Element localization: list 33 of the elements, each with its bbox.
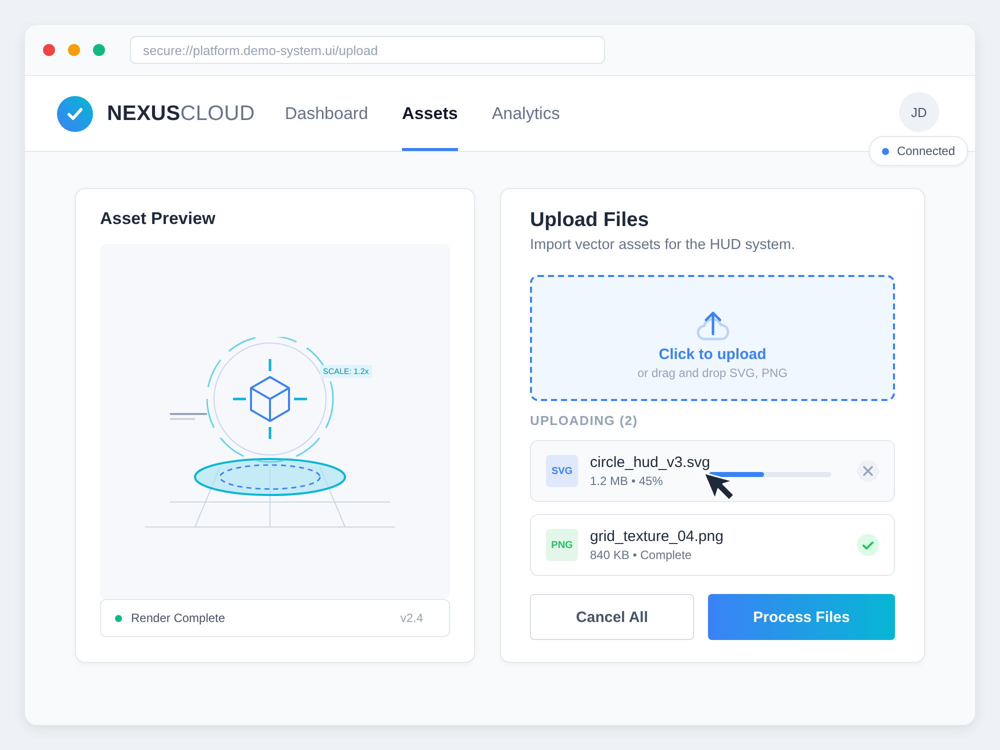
address-bar[interactable]: secure://platform.demo-system.ui/upload xyxy=(130,36,605,64)
file-type-badge: SVG xyxy=(546,455,578,487)
status-dot xyxy=(115,614,122,622)
nav-tab[interactable]: Dashboard xyxy=(284,76,368,151)
nav-tab[interactable]: Analytics xyxy=(492,76,560,151)
version-label: v2.4 xyxy=(400,611,423,625)
connection-status: Connected xyxy=(868,136,968,166)
card-title: Asset Preview xyxy=(100,209,216,229)
process-files-button[interactable]: Process Files xyxy=(708,594,895,640)
card-title: Upload Files xyxy=(530,209,650,232)
nav-tab[interactable]: Assets xyxy=(402,76,458,151)
upload-link[interactable]: Click to upload xyxy=(658,346,766,362)
user-avatar[interactable]: JD xyxy=(899,92,939,132)
cancel-all-button[interactable]: Cancel All xyxy=(530,594,694,640)
section-heading: UPLOADING (2) xyxy=(530,413,639,428)
scale-label: SCALE: 1.2x xyxy=(320,364,372,378)
close-icon xyxy=(862,465,874,477)
file-name: grid_texture_04.png xyxy=(590,528,724,545)
file-type-badge: PNG xyxy=(546,529,578,561)
file-name: circle_hud_v3.svg xyxy=(590,454,710,471)
file-meta: 1.2 MB • 45% xyxy=(590,474,664,488)
check-icon xyxy=(857,534,879,556)
maximize-dot[interactable] xyxy=(93,44,105,56)
card-subtitle: Import vector assets for the HUD system. xyxy=(530,237,796,253)
upload-hint: or drag and drop SVG, PNG xyxy=(637,366,788,380)
file-meta: 840 KB • Complete xyxy=(590,548,693,562)
brand-name: NEXUSCLOUD xyxy=(107,102,255,126)
minimize-dot[interactable] xyxy=(68,44,80,56)
upload-dropzone[interactable]: Click to upload or drag and drop SVG, PNG xyxy=(530,275,895,401)
close-button[interactable] xyxy=(857,460,879,482)
close-dot[interactable] xyxy=(43,44,55,56)
check-logo-icon xyxy=(57,96,93,132)
render-status: Render Complete xyxy=(131,611,226,625)
